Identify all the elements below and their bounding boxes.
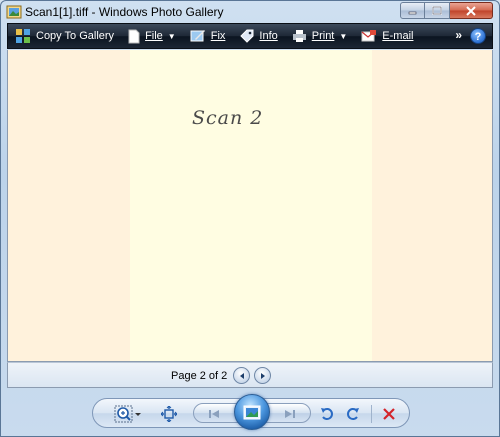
rotate-counterclockwise-icon [321,408,333,420]
window-title: Scan1[1].tiff - Windows Photo Gallery [25,5,224,19]
controls-separator [371,405,372,423]
email-label: E-mail [382,30,414,42]
file-icon [128,29,140,43]
page-indicator: Page 2 of 2 [171,370,228,382]
file-menu-label: File [145,30,163,42]
next-page-button[interactable] [254,367,271,384]
info-button[interactable]: Info [232,25,284,47]
zoom-icon [114,405,141,423]
print-dropdown-icon: ▼ [339,31,348,41]
copy-to-gallery-button[interactable]: Copy To Gallery [8,25,121,47]
print-menu-button[interactable]: Print ▼ [285,25,355,47]
image-viewer[interactable]: Scan 2 [7,50,493,362]
fix-button[interactable]: Fix [183,25,233,47]
info-icon [240,29,254,43]
help-button[interactable]: ? [470,28,486,44]
previous-icon [209,410,219,418]
email-icon [361,30,377,42]
info-label: Info [259,30,278,42]
minimize-button[interactable] [400,2,425,19]
minimize-icon [408,11,417,15]
rotate-clockwise-button[interactable] [344,405,362,423]
delete-icon [383,408,395,420]
print-menu-label: Print [311,30,335,42]
photo-gallery-app-icon[interactable] [6,4,22,20]
scanned-handwriting-text: Scan 2 [192,107,264,129]
file-menu-button[interactable]: File ▼ [121,25,183,47]
actual-size-icon [161,406,177,422]
next-page-icon [260,372,265,379]
scanned-page-image: Scan 2 [130,50,372,361]
slideshow-icon [243,405,261,419]
file-dropdown-icon: ▼ [167,31,176,41]
zoom-button[interactable] [113,405,143,423]
print-icon [292,30,306,42]
next-button[interactable] [280,405,300,423]
close-button[interactable] [450,2,493,19]
previous-button[interactable] [204,405,224,423]
next-icon [285,410,295,418]
fix-label: Fix [210,30,226,42]
playback-controls [92,394,410,430]
rotate-counterclockwise-button[interactable] [318,405,336,423]
actual-size-button[interactable] [160,405,178,423]
delete-button[interactable] [380,405,398,423]
caption-buttons [400,2,493,19]
previous-page-button[interactable] [233,367,250,384]
email-button[interactable]: E-mail [354,25,420,47]
maximize-icon [432,6,442,15]
copy-to-gallery-icon [16,29,30,43]
page-navigation-bar: Page 2 of 2 [7,362,493,388]
rotate-clockwise-icon [347,408,359,420]
close-icon [466,5,476,16]
copy-to-gallery-label: Copy To Gallery [36,30,115,42]
slideshow-button[interactable] [234,394,270,430]
previous-page-icon [239,372,244,379]
fix-icon [190,30,205,42]
maximize-button[interactable] [425,2,450,19]
more-commands-button[interactable]: » [455,28,462,42]
photo-gallery-window: Scan1[1].tiff - Windows Photo Gallery Co… [0,0,500,437]
toolbar: Copy To Gallery File ▼ Fix Info Print ▼ … [7,23,493,49]
title-bar[interactable]: Scan1[1].tiff - Windows Photo Gallery [1,1,499,23]
